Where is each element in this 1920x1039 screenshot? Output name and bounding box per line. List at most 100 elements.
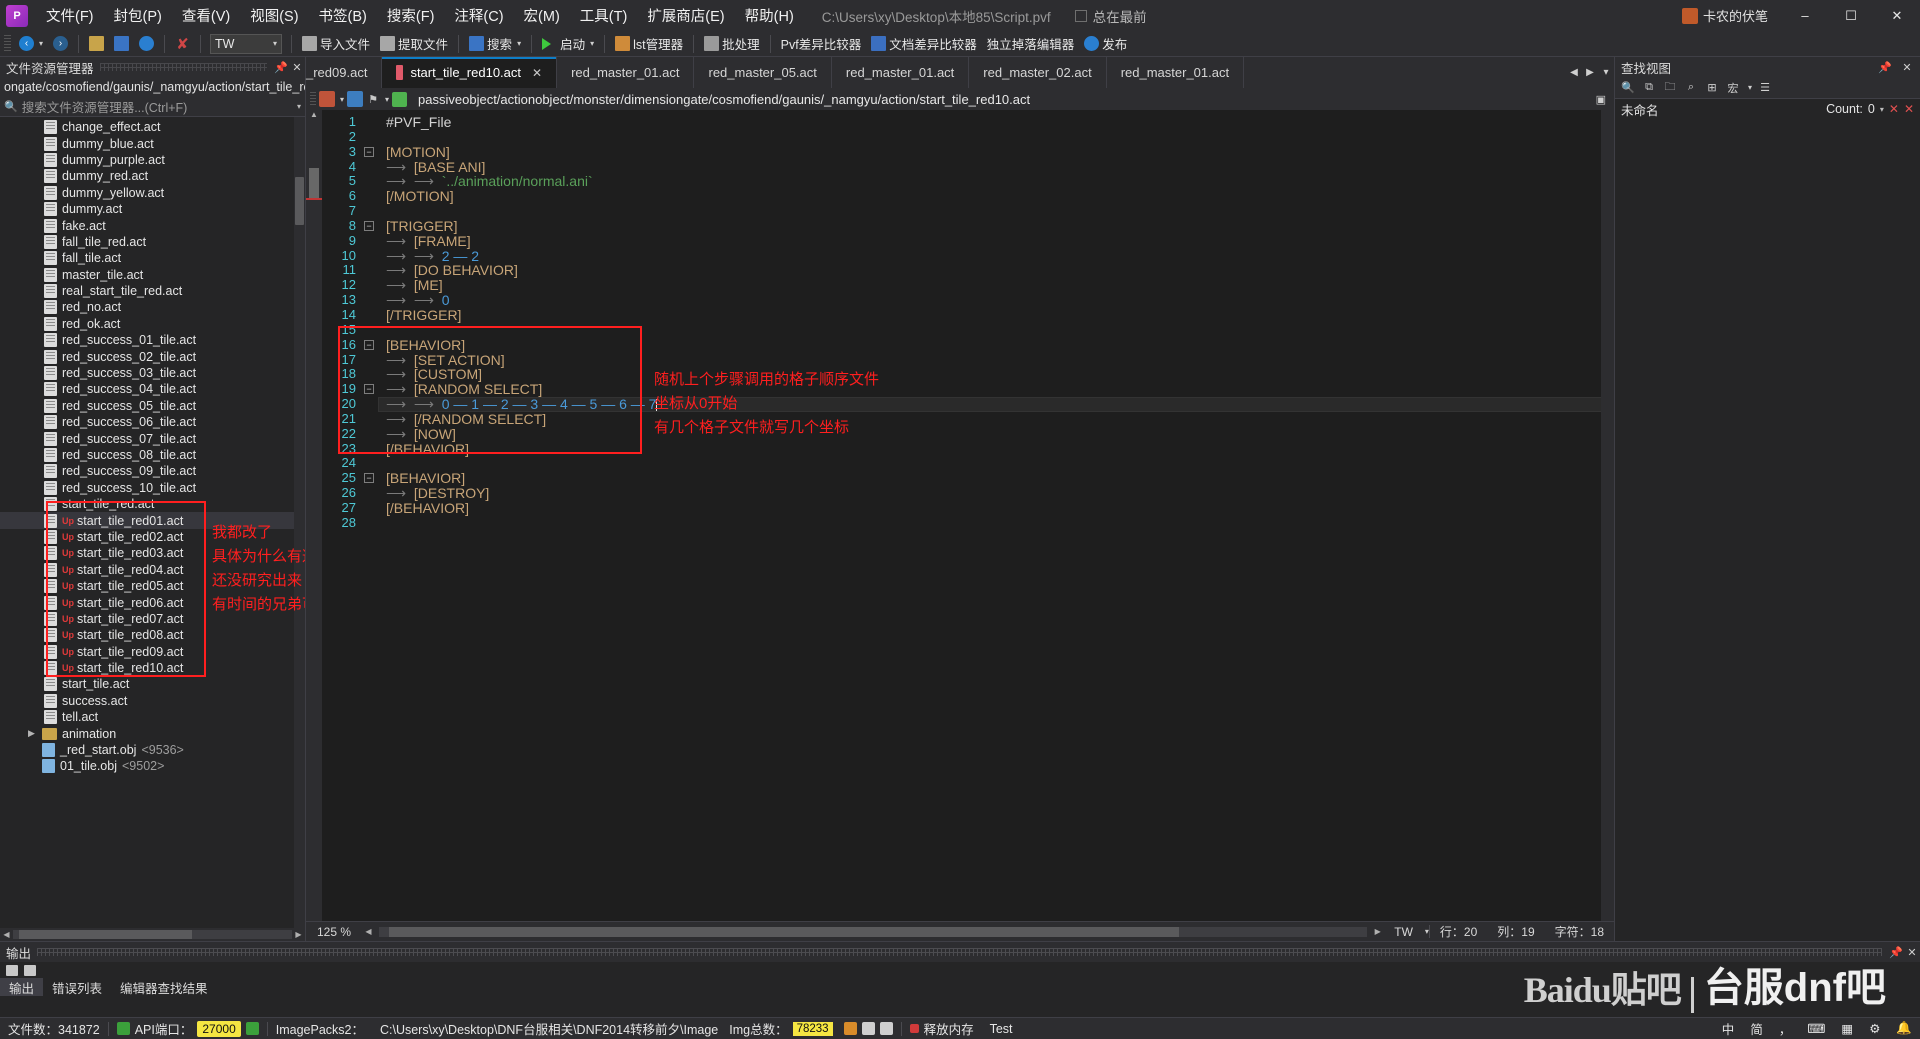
save-button[interactable] xyxy=(109,33,134,55)
maximize-button[interactable]: ☐ xyxy=(1828,0,1874,31)
file-tree-item[interactable]: Up start_tile_red09.act xyxy=(0,644,305,660)
output-tab-output[interactable]: 输出 xyxy=(0,978,44,996)
fold-toggle-icon[interactable]: − xyxy=(364,384,374,395)
account-badge[interactable]: 卡农的伏笔 xyxy=(1681,6,1768,25)
code-line[interactable]: ⟶ [ME] xyxy=(378,278,1614,293)
search-button[interactable]: 搜索 ▾ xyxy=(464,33,526,55)
fold-toggle-icon[interactable]: − xyxy=(364,473,374,484)
checkbox-icon[interactable] xyxy=(1074,9,1087,22)
code-line[interactable]: ⟶ [DO BEHAVIOR] xyxy=(378,263,1614,278)
status-image-path[interactable]: C:\Users\xy\Desktop\DNF台服相关\DNF2014转移前夕\… xyxy=(372,1019,901,1038)
open-folder-button[interactable] xyxy=(84,33,109,55)
chevron-down-icon[interactable]: ▾ xyxy=(340,95,344,104)
file-tree-item[interactable]: red_success_08_tile.act xyxy=(0,447,305,463)
tab-list-dropdown[interactable]: ▾ xyxy=(1598,67,1614,78)
pin-icon[interactable]: 📌 xyxy=(1888,944,1904,960)
file-tree-item[interactable]: start_tile_red.act xyxy=(0,496,305,512)
status-test[interactable]: Test xyxy=(982,1022,1021,1036)
wordwrap-icon[interactable] xyxy=(24,964,36,976)
close-tab-icon[interactable]: ✕ xyxy=(532,66,542,80)
close-icon[interactable]: ✕ xyxy=(1899,59,1915,75)
menu-item-search[interactable]: 搜索(F) xyxy=(377,1,445,30)
editor-minimap-scrollbar[interactable]: ▲ xyxy=(306,110,322,921)
filter-icon[interactable]: ⌕ xyxy=(1683,80,1699,96)
code-line[interactable]: [/BEHAVIOR] xyxy=(378,501,1614,516)
code-line[interactable]: ⟶ [CUSTOM] xyxy=(378,367,1614,382)
pin-icon[interactable]: 📌 xyxy=(1877,59,1893,75)
code-line-current[interactable]: ⟶ ⟶ 0 — 1 — 2 — 3 — 4 — 5 — 6 — 7 xyxy=(378,397,1614,412)
drop-editor-button[interactable]: 独立掉落编辑器 xyxy=(982,33,1080,55)
file-tree-item[interactable]: dummy.act xyxy=(0,201,305,217)
menu-item-help[interactable]: 帮助(H) xyxy=(735,1,804,30)
toolbar-grip[interactable] xyxy=(310,92,316,106)
list-icon[interactable]: ☰ xyxy=(1757,80,1773,96)
close-icon[interactable]: ✕ xyxy=(289,59,305,75)
menu-item-tools[interactable]: 工具(T) xyxy=(570,1,638,30)
zoom-level[interactable]: 125 % xyxy=(306,925,362,939)
code-line[interactable]: ⟶ ⟶ `../animation/normal.ani` xyxy=(378,174,1614,189)
tab-scroll-right[interactable]: ▶ xyxy=(1582,67,1598,78)
code-line[interactable] xyxy=(378,130,1614,145)
extract-file-button[interactable]: 提取文件 xyxy=(375,33,453,55)
scrollbar-thumb[interactable] xyxy=(18,930,192,939)
explorer-horizontal-scrollbar[interactable]: ◀ ▶ xyxy=(0,928,305,941)
add-node-icon[interactable] xyxy=(392,91,408,107)
code-line[interactable]: [MOTION] xyxy=(378,144,1614,160)
file-tree-item[interactable]: success.act xyxy=(0,693,305,709)
code-line[interactable]: ⟶ [RANDOM SELECT] xyxy=(378,382,1614,397)
scroll-right-icon[interactable]: ▶ xyxy=(292,930,305,939)
file-tree-item[interactable]: dummy_blue.act xyxy=(0,135,305,151)
pin-icon[interactable]: 📌 xyxy=(273,59,289,75)
code-line[interactable] xyxy=(378,456,1614,471)
folder-open-icon[interactable]: 🗀 xyxy=(1662,80,1678,96)
scroll-up-icon[interactable]: ▲ xyxy=(306,110,322,123)
import-file-button[interactable]: 导入文件 xyxy=(297,33,375,55)
code-line[interactable]: [/TRIGGER] xyxy=(378,308,1614,323)
clear-results-icon[interactable]: ✕ xyxy=(1889,102,1899,116)
bookmark-icon[interactable]: ⚑ xyxy=(366,92,380,106)
nav-forward-button[interactable]: › xyxy=(48,33,73,55)
file-tree-item[interactable]: fall_tile_red.act xyxy=(0,234,305,250)
chevron-down-icon[interactable]: ▾ xyxy=(1748,83,1752,92)
code-line[interactable] xyxy=(378,323,1614,338)
file-tree-item[interactable]: tell.act xyxy=(0,709,305,725)
menu-item-file[interactable]: 文件(F) xyxy=(36,1,104,30)
encoding-select[interactable]: TW ▾ xyxy=(210,33,283,54)
scrollbar-thumb[interactable] xyxy=(309,168,319,198)
file-tree-item[interactable]: red_success_03_tile.act xyxy=(0,365,305,381)
file-tree-item[interactable]: red_success_10_tile.act xyxy=(0,480,305,496)
file-tree-item[interactable]: fake.act xyxy=(0,217,305,233)
image-icon[interactable] xyxy=(843,1022,857,1035)
code-line[interactable]: [TRIGGER] xyxy=(378,218,1614,234)
reload-button[interactable] xyxy=(134,33,159,55)
file-tree-item[interactable]: dummy_yellow.act xyxy=(0,185,305,201)
file-tree-item[interactable]: dummy_purple.act xyxy=(0,152,305,168)
status-api-port[interactable]: API端口： 27000 xyxy=(109,1019,267,1038)
code-line[interactable] xyxy=(378,204,1614,219)
close-button[interactable]: ✕ xyxy=(1874,0,1920,31)
status-free-memory[interactable]: 释放内存 xyxy=(902,1019,982,1038)
doc-diff-button[interactable]: 文档差异比较器 xyxy=(866,33,982,55)
code-line[interactable]: ⟶ [DESTROY] xyxy=(378,486,1614,501)
code-line[interactable]: [/BEHAVIOR] xyxy=(378,441,1614,457)
file-tree-item[interactable]: red_success_07_tile.act xyxy=(0,430,305,446)
editor-hscrollbar-track[interactable] xyxy=(379,926,1368,937)
file-tree-item[interactable]: master_tile.act xyxy=(0,267,305,283)
ime-punctuation[interactable]: ， xyxy=(1771,1019,1800,1038)
file-tree-folder[interactable]: ▶ animation xyxy=(0,725,305,741)
minimize-button[interactable]: – xyxy=(1782,0,1828,31)
more-icon[interactable] xyxy=(879,1022,893,1035)
close-icon[interactable]: ✕ xyxy=(1904,944,1920,960)
file-tree-item[interactable]: red_success_04_tile.act xyxy=(0,381,305,397)
file-tree-item[interactable]: real_start_tile_red.act xyxy=(0,283,305,299)
scroll-right-icon[interactable]: ▶ xyxy=(1371,927,1384,936)
expand-icon[interactable]: ⊞ xyxy=(1704,80,1720,96)
always-on-top-toggle[interactable]: 总在最前 xyxy=(1074,6,1147,26)
document-tab[interactable]: start_tile_red10.act ✕ xyxy=(382,57,558,88)
code-line[interactable]: #PVF_File xyxy=(378,115,1614,130)
file-tree-item[interactable]: dummy_red.act xyxy=(0,168,305,184)
scrollbar-thumb[interactable] xyxy=(295,177,304,225)
code-editor[interactable]: ▲ 1 2 3 4 5 6 7 8 9 10 11 12 13 14 15 16 17 18 19 20 21 22 23 2… xyxy=(306,110,1614,921)
bell-icon[interactable]: 🔔 xyxy=(1888,1021,1920,1036)
menu-item-comment[interactable]: 注释(C) xyxy=(444,1,513,30)
